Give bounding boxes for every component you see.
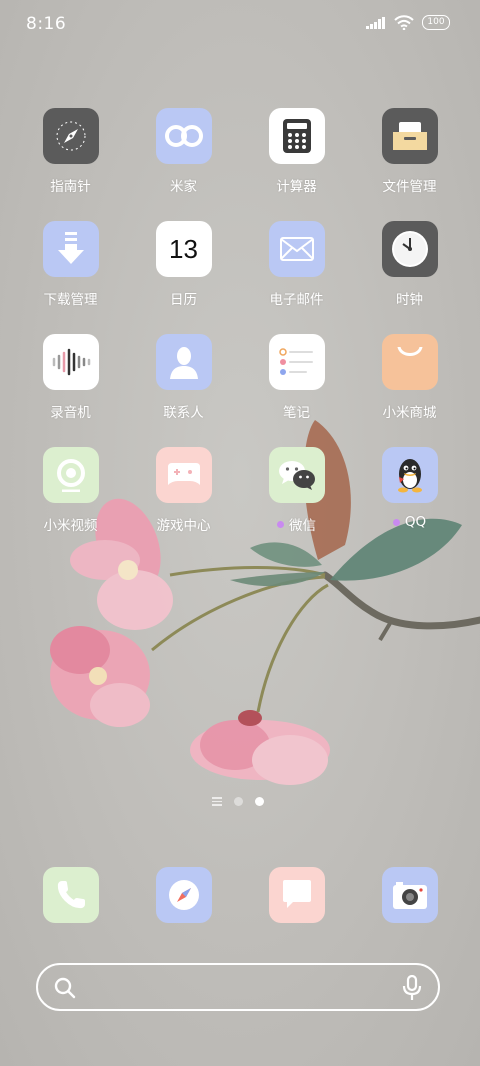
app-label-text: QQ xyxy=(404,514,427,530)
app-label: 文件管理 xyxy=(382,179,437,195)
app-email[interactable]: 电子邮件 xyxy=(240,221,353,308)
app-label: 笔记 xyxy=(283,405,310,421)
dock-camera[interactable] xyxy=(382,867,438,923)
recorder-icon xyxy=(42,334,99,390)
battery-icon: 100 xyxy=(422,15,450,30)
status-icons: 100 xyxy=(366,15,450,30)
app-label: 计算器 xyxy=(276,179,317,195)
app-qq[interactable]: QQ xyxy=(353,447,466,530)
app-label: 微信 xyxy=(277,514,316,534)
browser-icon xyxy=(169,880,199,910)
game-center-icon xyxy=(155,447,212,503)
mijia-icon xyxy=(155,108,212,164)
app-mijia[interactable]: 米家 xyxy=(127,108,240,195)
app-file-manager[interactable]: 文件管理 xyxy=(353,108,466,195)
minus-one-screen-indicator xyxy=(212,797,222,806)
app-label: 时钟 xyxy=(396,292,423,308)
app-label: 日历 xyxy=(170,292,197,308)
wechat-icon xyxy=(268,447,325,503)
dock-browser[interactable] xyxy=(156,867,212,923)
app-label: 录音机 xyxy=(50,405,91,421)
app-notes[interactable]: 笔记 xyxy=(240,334,353,421)
messages-icon xyxy=(283,880,311,908)
page-dot-active xyxy=(255,797,264,806)
app-wechat[interactable]: 微信 xyxy=(240,447,353,534)
app-label: 指南针 xyxy=(50,179,91,195)
mi-store-icon xyxy=(381,334,438,390)
file-manager-icon xyxy=(381,108,438,164)
app-recorder[interactable]: 录音机 xyxy=(14,334,127,421)
calendar-day: 13 xyxy=(169,233,198,264)
signal-icon xyxy=(366,16,385,29)
calculator-icon xyxy=(268,108,325,164)
app-label-text: 微信 xyxy=(289,518,316,534)
app-label: 下载管理 xyxy=(43,292,98,308)
calendar-icon: 13 xyxy=(155,221,212,277)
app-label: 联系人 xyxy=(163,405,204,421)
app-label: 游戏中心 xyxy=(156,518,211,534)
mic-icon[interactable] xyxy=(402,975,422,1001)
search-icon[interactable] xyxy=(54,977,76,999)
status-time: 8:16 xyxy=(26,14,67,34)
app-mi-store[interactable]: 小米商城 xyxy=(353,334,466,421)
new-badge-dot xyxy=(392,518,400,526)
app-label: 米家 xyxy=(170,179,197,195)
qq-icon xyxy=(381,447,438,503)
status-bar: 8:16 100 xyxy=(0,0,480,50)
app-label: 小米视频 xyxy=(43,518,98,534)
camera-icon xyxy=(393,882,427,909)
app-download[interactable]: 下载管理 xyxy=(14,221,127,308)
page-dot xyxy=(234,797,243,806)
contacts-icon xyxy=(155,334,212,390)
dock-messages[interactable] xyxy=(269,867,325,923)
app-clock[interactable]: 时钟 xyxy=(353,221,466,308)
wifi-icon xyxy=(394,15,414,30)
mi-video-icon xyxy=(42,447,99,503)
app-mi-video[interactable]: 小米视频 xyxy=(14,447,127,534)
app-label: QQ xyxy=(392,514,427,530)
clock-icon xyxy=(381,221,438,277)
app-compass[interactable]: 指南针 xyxy=(14,108,127,195)
new-badge-dot xyxy=(277,520,284,528)
app-calendar[interactable]: 13 日历 xyxy=(127,221,240,308)
app-game-center[interactable]: 游戏中心 xyxy=(127,447,240,534)
app-contacts[interactable]: 联系人 xyxy=(127,334,240,421)
search-bar[interactable] xyxy=(36,963,440,1011)
app-label: 电子邮件 xyxy=(269,292,324,308)
compass-icon xyxy=(42,108,99,164)
email-icon xyxy=(268,221,325,277)
phone-icon xyxy=(57,881,85,909)
dock-phone[interactable] xyxy=(43,867,99,923)
notes-icon xyxy=(268,334,325,390)
app-calculator[interactable]: 计算器 xyxy=(240,108,353,195)
page-indicator[interactable] xyxy=(212,797,264,806)
download-icon xyxy=(42,221,99,277)
app-label: 小米商城 xyxy=(382,405,437,421)
